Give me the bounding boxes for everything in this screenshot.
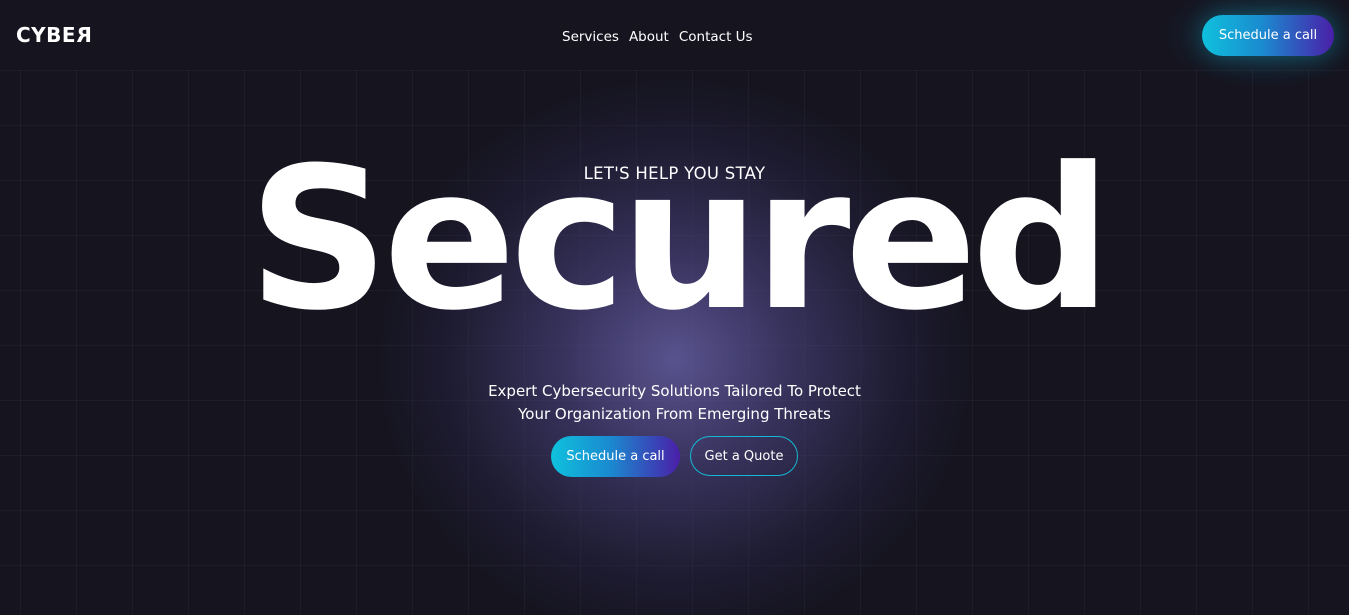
nav-link-contact-us[interactable]: Contact Us	[679, 28, 753, 46]
logo-reversed-letter: R	[76, 23, 92, 47]
hero-eyebrow: LET'S HELP YOU STAY	[583, 164, 766, 183]
landing-page: CYBER Services About Contact Us Schedule…	[0, 0, 1349, 615]
get-quote-button[interactable]: Get a Quote	[690, 436, 798, 476]
hero-actions: Schedule a call Get a Quote	[551, 436, 798, 477]
logo-text: CYBE	[16, 23, 77, 47]
logo[interactable]: CYBER	[16, 23, 92, 47]
hero-subtitle: Expert Cybersecurity Solutions Tailored …	[0, 380, 1349, 426]
main-nav: Services About Contact Us	[562, 28, 753, 46]
nav-link-services[interactable]: Services	[562, 28, 619, 46]
hero-schedule-call-button[interactable]: Schedule a call	[551, 436, 680, 477]
hero-subtitle-line-2: Your Organization From Emerging Threats	[518, 405, 831, 423]
hero-subtitle-line-1: Expert Cybersecurity Solutions Tailored …	[488, 382, 861, 400]
header-schedule-call-button[interactable]: Schedule a call	[1202, 15, 1334, 56]
nav-link-about[interactable]: About	[629, 28, 669, 46]
